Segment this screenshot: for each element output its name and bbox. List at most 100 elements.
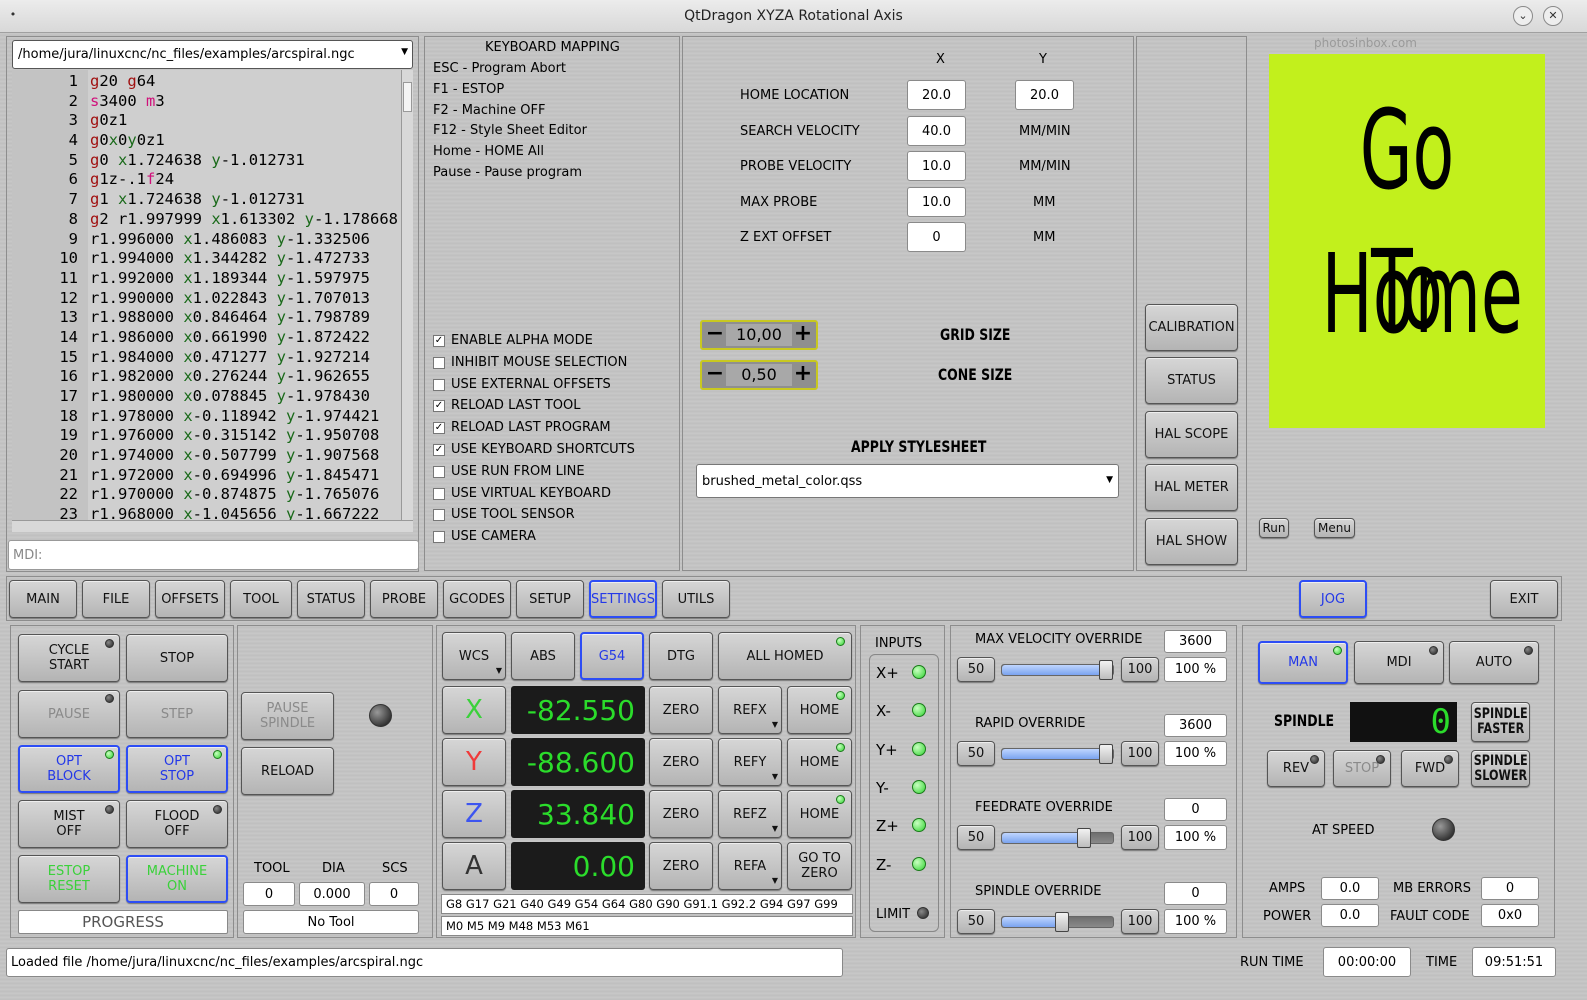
spindle-slower-button[interactable]: SPINDLE SLOWER — [1471, 750, 1530, 787]
checkbox[interactable] — [433, 487, 445, 500]
override-slider-handle[interactable] — [1076, 828, 1091, 848]
checkbox[interactable] — [433, 356, 445, 369]
exit-button[interactable]: EXIT — [1490, 580, 1558, 618]
home-x-field[interactable]: 20.0 — [907, 80, 966, 110]
machine-on-button[interactable]: MACHINE ON — [126, 855, 228, 903]
checkbox[interactable] — [433, 378, 445, 391]
stop-button[interactable]: STOP — [126, 634, 228, 682]
minimize-icon[interactable]: ⌄ — [1513, 6, 1533, 26]
override-slider[interactable] — [1001, 660, 1114, 680]
utility-button[interactable]: HAL SCOPE — [1145, 410, 1238, 458]
checkbox[interactable]: ✓ — [433, 422, 445, 435]
tab-setup[interactable]: SETUP — [516, 580, 584, 618]
close-icon[interactable]: ✕ — [1543, 6, 1563, 26]
utility-button[interactable]: CALIBRATION — [1145, 304, 1238, 351]
max-probe-field[interactable]: 10.0 — [907, 187, 966, 217]
override-max-button[interactable]: 100 — [1121, 657, 1159, 682]
axis-x-button[interactable]: X — [442, 686, 506, 734]
dtg-button[interactable]: DTG — [649, 632, 713, 680]
plus-icon[interactable]: + — [792, 363, 814, 386]
minus-icon[interactable]: − — [704, 363, 726, 386]
pause-spindle-button[interactable]: PAUSE SPINDLE — [241, 692, 334, 740]
tab-status[interactable]: STATUS — [297, 580, 365, 618]
plus-icon[interactable]: + — [792, 323, 814, 346]
tab-utils[interactable]: UTILS — [662, 580, 730, 618]
wcs-button[interactable]: WCS ▼ — [442, 632, 506, 680]
override-min-button[interactable]: 50 — [957, 657, 995, 682]
tab-gcodes[interactable]: GCODES — [443, 580, 511, 618]
tab-tool[interactable]: TOOL — [230, 580, 292, 618]
checkbox[interactable]: ✓ — [433, 444, 445, 456]
override-slider-handle[interactable] — [1099, 660, 1113, 680]
file-path-combo[interactable]: /home/jura/linuxcnc/nc_files/examples/ar… — [12, 40, 413, 69]
tab-offsets[interactable]: OFFSETS — [155, 580, 225, 618]
utility-button[interactable]: HAL METER — [1145, 464, 1238, 512]
override-max-button[interactable]: 100 — [1121, 909, 1159, 934]
ref-label: REFX — [733, 702, 767, 718]
spindle-rpm-display: 0 — [1350, 702, 1457, 742]
override-slider-handle[interactable] — [1054, 912, 1069, 932]
axis-a-button[interactable]: A — [442, 842, 506, 890]
z-ext-offset-field[interactable]: 0 — [907, 222, 966, 252]
keyboard-mapping-item: Pause - Pause program — [433, 165, 583, 180]
mdi-input[interactable]: MDI: — [8, 540, 419, 570]
utility-button[interactable]: HAL SHOW — [1145, 517, 1238, 565]
gcode-token: -1.597975 — [286, 268, 371, 287]
override-slider[interactable] — [1001, 912, 1114, 932]
override-min-button[interactable]: 50 — [957, 825, 995, 850]
gcode-editor[interactable]: 1 g20 g64 2 s3400 m3 3 g0z1 4 g0x0y0z1 5 g0 x1.72… — [12, 70, 402, 520]
zero-button[interactable]: ZERO — [649, 738, 713, 786]
utility-button[interactable]: STATUS — [1145, 357, 1238, 405]
tab-file[interactable]: FILE — [82, 580, 150, 618]
stylesheet-combo[interactable]: brushed_metal_color.qss ▼ — [696, 464, 1119, 498]
override-slider[interactable] — [1001, 744, 1114, 764]
axis-y-button[interactable]: Y — [442, 738, 506, 786]
spindle-faster-button[interactable]: SPINDLE FASTER — [1471, 702, 1530, 742]
gcode-token: -0.118942 — [192, 406, 286, 425]
menu-button[interactable]: Menu — [1314, 518, 1355, 538]
estop-reset-button[interactable]: ESTOP RESET — [18, 855, 120, 903]
override-slider[interactable] — [1001, 828, 1114, 848]
horizontal-scrollbar[interactable] — [12, 520, 413, 532]
override-max-button[interactable]: 100 — [1121, 825, 1159, 850]
jog-button[interactable]: JOG — [1299, 580, 1367, 618]
reload-button[interactable]: RELOAD — [241, 747, 334, 795]
tab-settings[interactable]: SETTINGS — [589, 580, 657, 618]
window-menu-icon[interactable]: • — [4, 6, 22, 26]
abs-button[interactable]: ABS — [511, 632, 575, 680]
run-button[interactable]: Run — [1259, 518, 1289, 538]
ref-button[interactable]: REFA ▼ — [718, 842, 782, 890]
all-homed-button[interactable]: ALL HOMED — [718, 632, 852, 680]
g54-button[interactable]: G54 — [580, 632, 644, 680]
zero-button[interactable]: ZERO — [649, 842, 713, 890]
override-max-button[interactable]: 100 — [1121, 741, 1159, 766]
zero-button[interactable]: ZERO — [649, 790, 713, 838]
gcode-token: x — [118, 150, 128, 169]
home-axis-button[interactable]: GO TO ZERO — [787, 842, 852, 890]
checkbox[interactable] — [433, 509, 445, 522]
zero-button[interactable]: ZERO — [649, 686, 713, 734]
grid-size-spinner[interactable]: − 10,00 + — [700, 320, 818, 350]
scroll-thumb[interactable] — [403, 82, 412, 112]
override-slider-handle[interactable] — [1099, 744, 1113, 764]
step-button[interactable]: STEP — [126, 690, 228, 738]
checkbox[interactable]: ✓ — [433, 400, 445, 413]
checkbox[interactable]: ✓ — [433, 335, 445, 347]
override-min-button[interactable]: 50 — [957, 909, 995, 934]
tab-probe[interactable]: PROBE — [370, 580, 438, 618]
ref-button[interactable]: REFY ▼ — [718, 738, 782, 786]
probe-velocity-field[interactable]: 10.0 — [907, 151, 966, 181]
override-min-button[interactable]: 50 — [957, 741, 995, 766]
search-velocity-unit: MM/MIN — [1019, 124, 1071, 139]
home-y-field[interactable]: 20.0 — [1015, 80, 1074, 110]
ref-button[interactable]: REFZ ▼ — [718, 790, 782, 838]
tab-main[interactable]: MAIN — [9, 580, 77, 618]
minus-icon[interactable]: − — [704, 323, 726, 346]
checkbox[interactable] — [433, 531, 445, 544]
vertical-scrollbar[interactable] — [401, 70, 413, 520]
search-velocity-field[interactable]: 40.0 — [907, 116, 966, 146]
ref-button[interactable]: REFX ▼ — [718, 686, 782, 734]
axis-z-button[interactable]: Z — [442, 790, 506, 838]
checkbox[interactable] — [433, 465, 445, 478]
cone-size-spinner[interactable]: − 0,50 + — [700, 360, 818, 390]
